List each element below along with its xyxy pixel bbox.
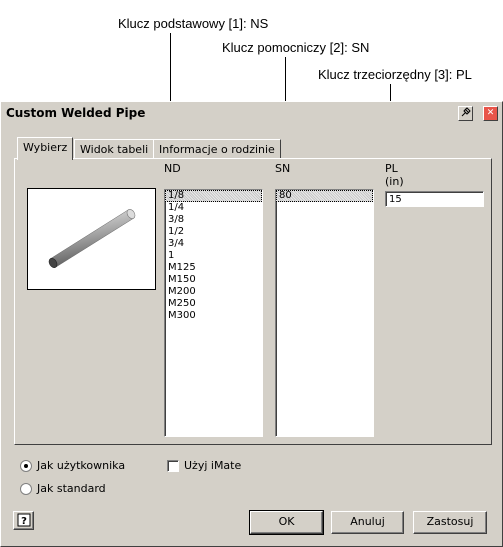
help-pin-icon[interactable] (458, 106, 473, 121)
nd-list-item[interactable]: M300 (165, 310, 262, 322)
tab-widok-tabeli[interactable]: Widok tabeli (74, 139, 155, 159)
sn-listbox[interactable]: 80 (275, 189, 374, 437)
nd-list-item[interactable]: 1/4 (165, 202, 262, 214)
tab-informacje-o-rodzinie[interactable]: Informacje o rodzinie (153, 139, 281, 159)
tab-wybierz[interactable]: Wybierz (17, 137, 74, 160)
nd-list-item[interactable]: M150 (165, 274, 262, 286)
radio-as-user[interactable] (20, 460, 32, 472)
cancel-button[interactable]: Anuluj (331, 511, 404, 534)
nd-listbox[interactable]: 1/8 1/4 3/8 1/2 3/4 1 M125 M150 M200 M250 M300 (164, 189, 263, 437)
nd-list-item[interactable]: M200 (165, 286, 262, 298)
radio-as-standard[interactable] (20, 483, 32, 495)
pin-glyph (461, 107, 471, 117)
nd-list-item[interactable]: 3/8 (165, 214, 262, 226)
nd-list-item[interactable]: 1/8 (165, 190, 262, 202)
sn-list-item[interactable]: 80 (276, 190, 373, 202)
close-icon[interactable]: ✕ (483, 106, 498, 121)
nd-list-item[interactable]: 3/4 (165, 238, 262, 250)
pl-value-field[interactable]: 15 (385, 191, 484, 207)
pipe-icon (48, 209, 136, 268)
nd-list-item[interactable]: M125 (165, 262, 262, 274)
use-imate-label: Użyj iMate (184, 459, 242, 472)
column-unit-pl: (in) (385, 175, 404, 188)
radio-as-standard-label: Jak standard (37, 482, 106, 495)
pipe-preview-image (27, 188, 156, 290)
annotation-tertiary-key: Klucz trzeciorzędny [3]: PL (318, 67, 472, 82)
nd-list-item[interactable]: 1/2 (165, 226, 262, 238)
help-icon: ? (17, 513, 30, 527)
nd-list-item[interactable]: M250 (165, 298, 262, 310)
annotation-primary-key: Klucz podstawowy [1]: NS (118, 16, 269, 31)
svg-text:?: ? (21, 516, 27, 527)
window-title: Custom Welded Pipe (6, 106, 146, 120)
help-button[interactable]: ? (13, 511, 34, 530)
column-header-nd: ND (164, 162, 181, 175)
title-bar: Custom Welded Pipe ✕ (2, 103, 501, 125)
nd-list-item[interactable]: 1 (165, 250, 262, 262)
ok-button[interactable]: OK (249, 510, 324, 535)
radio-as-user-label: Jak użytkownika (37, 459, 126, 472)
apply-button[interactable]: Zastosuj (413, 511, 487, 534)
column-header-pl: PL (385, 162, 398, 175)
use-imate-checkbox[interactable] (167, 460, 179, 472)
column-header-sn: SN (275, 162, 291, 175)
annotation-secondary-key: Klucz pomocniczy [2]: SN (222, 40, 370, 55)
